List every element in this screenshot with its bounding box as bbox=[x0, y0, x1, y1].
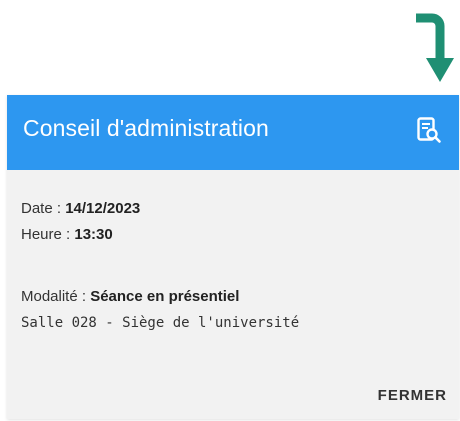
pointer-arrow-icon bbox=[416, 13, 454, 82]
time-row: Heure : 13:30 bbox=[21, 226, 113, 243]
time-value: 13:30 bbox=[74, 226, 113, 243]
mode-value: Séance en présentiel bbox=[90, 288, 240, 305]
meeting-dialog: Conseil d'administration Date : 14/12/20… bbox=[7, 95, 459, 419]
document-search-icon[interactable] bbox=[416, 116, 442, 144]
time-label: Heure : bbox=[21, 226, 75, 243]
date-row: Date : 14/12/2023 bbox=[21, 200, 140, 217]
date-label: Date : bbox=[21, 200, 66, 217]
mode-row: Modalité : Séance en présentiel bbox=[21, 288, 239, 305]
location-text: Salle 028 - Siège de l'université bbox=[21, 315, 300, 331]
date-value: 14/12/2023 bbox=[65, 200, 141, 217]
mode-label: Modalité : bbox=[21, 288, 91, 305]
close-button[interactable]: FERMER bbox=[376, 383, 449, 408]
screen: Conseil d'administration Date : 14/12/20… bbox=[0, 0, 460, 421]
dialog-title: Conseil d'administration bbox=[23, 115, 269, 141]
dialog-header: Conseil d'administration bbox=[7, 95, 459, 170]
